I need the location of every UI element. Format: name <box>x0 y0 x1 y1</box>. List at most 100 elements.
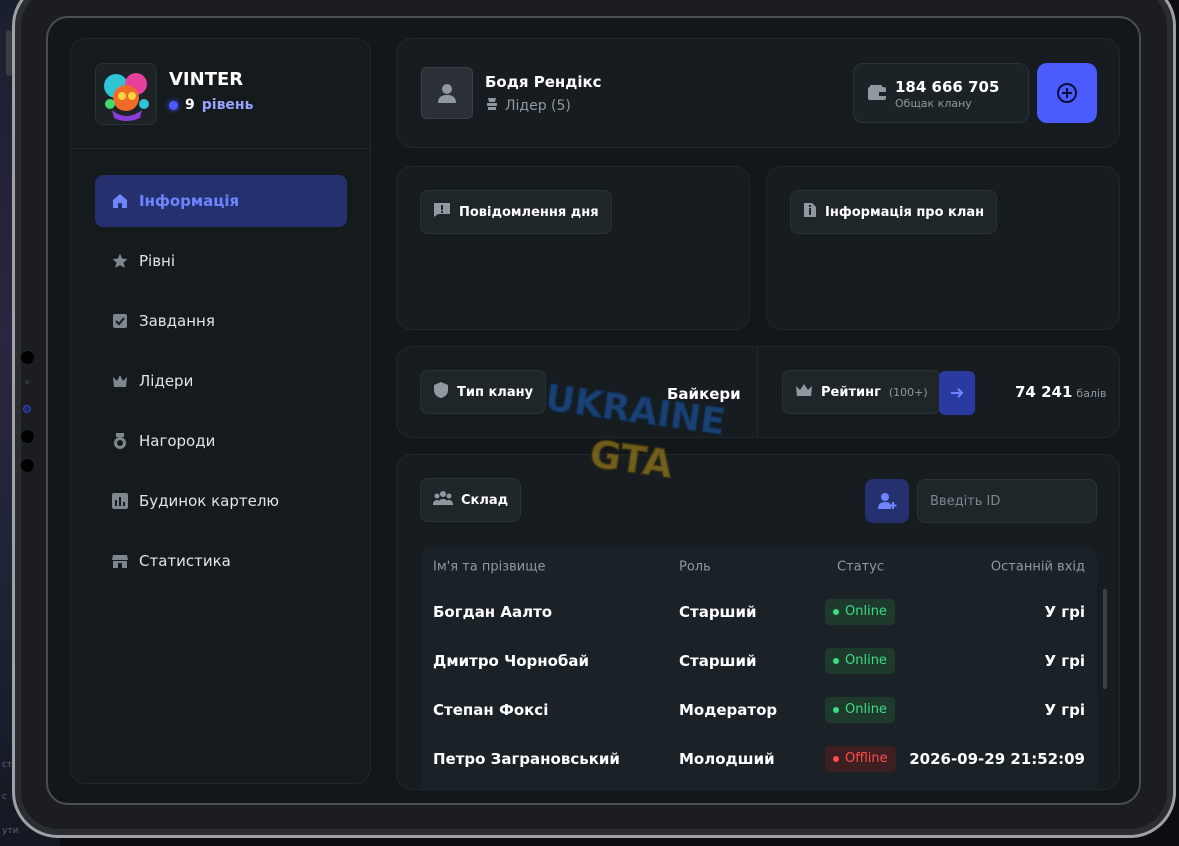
arrow-right-icon <box>951 388 964 398</box>
status-dot-icon <box>833 657 839 664</box>
members-label: Склад <box>461 492 509 508</box>
background-text-fragment: ути <box>2 826 19 836</box>
status-badge: Offline <box>825 745 896 772</box>
sidebar-item-cartel-house[interactable]: Будинок картелю <box>95 475 347 527</box>
background-text-fragment: ст <box>2 760 13 770</box>
clan-bank: 184 666 705 Общак клану <box>853 63 1029 123</box>
shield-icon <box>433 381 449 403</box>
status-text: Online <box>845 604 887 619</box>
member-last-login: У грі <box>1044 602 1085 621</box>
clan-info-label: Інформація про клан <box>825 204 985 220</box>
sidebar-item-statistics[interactable]: Статистика <box>95 535 347 587</box>
add-user-icon <box>878 493 897 509</box>
col-last-login: Останній вхід <box>990 559 1085 575</box>
crown-icon <box>795 382 813 402</box>
sidebar-item-levels[interactable]: Рівні <box>95 235 347 287</box>
member-id-input[interactable] <box>917 479 1097 523</box>
sidebar-menu: Інформація Рівні Завдання Лідери Нагород… <box>95 175 347 595</box>
watermark-line1: UKRAINE <box>543 380 728 443</box>
clan-type-label: Тип клану <box>457 384 534 400</box>
message-of-day-tab[interactable]: Повідомлення дня <box>420 190 612 234</box>
crown-icon <box>111 372 129 390</box>
members-table: Ім'я та прізвище Роль Статус Останній вх… <box>421 547 1097 791</box>
member-role: Модератор <box>679 700 778 719</box>
clan-profile: VINTER 9 рівень <box>71 39 370 149</box>
clan-avatar <box>95 63 157 125</box>
ukraine-gta-watermark: UKRAINE GTA <box>542 380 729 488</box>
member-name: Петро Заграновський <box>433 749 620 768</box>
plus-circle-icon <box>1057 83 1077 103</box>
sidebar-item-label: Рівні <box>139 252 176 270</box>
status-badge: Online <box>825 647 895 674</box>
member-last-login: 2026-09-29 21:52:09 <box>909 749 1085 768</box>
sidebar-item-label: Інформація <box>139 192 240 210</box>
level-dot-icon <box>169 100 178 110</box>
device-sensor <box>25 380 29 384</box>
device-camera <box>20 429 35 444</box>
store-icon <box>111 552 129 570</box>
member-last-login: У грі <box>1044 700 1085 719</box>
clan-type-rating-card: Тип клану Байкери Рейтинг (100+) 74 241 б… <box>396 346 1120 438</box>
add-funds-button[interactable] <box>1037 63 1097 123</box>
col-name: Ім'я та прізвище <box>433 559 546 575</box>
members-tab[interactable]: Склад <box>420 478 522 522</box>
device-sensor <box>23 405 31 413</box>
user-name: Бодя Рендікс <box>485 73 602 91</box>
clan-level-word: рівень <box>201 97 254 113</box>
sidebar-item-label: Лідери <box>139 372 194 390</box>
member-role: Старший <box>679 651 757 670</box>
rating-chip: Рейтинг (100+) <box>782 370 941 414</box>
rating-unit: балів <box>1076 387 1107 400</box>
table-row[interactable]: Богдан Аалто Старший Online У грі <box>421 587 1097 636</box>
invite-member-button[interactable] <box>865 479 909 523</box>
clan-bank-label: Общак клану <box>895 97 972 110</box>
status-text: Online <box>845 702 887 717</box>
members-scrollbar[interactable] <box>1103 589 1107 689</box>
star-icon <box>111 252 129 270</box>
sidebar-item-label: Нагороди <box>139 432 216 450</box>
home-icon <box>111 192 129 210</box>
background-text-fragment: с <box>2 792 7 802</box>
user-avatar <box>421 67 473 119</box>
sidebar-item-leaders[interactable]: Лідери <box>95 355 347 407</box>
medal-icon <box>111 432 129 450</box>
clan-info-tab[interactable]: Інформація про клан <box>790 190 998 234</box>
status-dot-icon <box>833 608 839 615</box>
sidebar-item-info[interactable]: Інформація <box>95 175 347 227</box>
rank-icon <box>485 97 499 115</box>
member-name: Богдан Аалто <box>433 602 553 621</box>
sidebar-item-tasks[interactable]: Завдання <box>95 295 347 347</box>
sidebar-item-label: Статистика <box>139 552 231 570</box>
user-role: Лідер (5) <box>485 97 571 115</box>
member-last-login: У грі <box>1044 651 1085 670</box>
table-row[interactable]: Петро Заграновський Молодший Offline 202… <box>421 734 1097 783</box>
device-camera <box>20 350 35 365</box>
status-badge: Online <box>825 696 895 723</box>
rating-open-button[interactable] <box>939 371 975 415</box>
rating-value-wrap: 74 241 балів <box>1015 383 1107 401</box>
clan-level-number: 9 <box>185 97 195 113</box>
rating-value: 74 241 <box>1015 383 1073 401</box>
member-role: Молодший <box>679 749 775 768</box>
info-doc-icon <box>803 202 817 222</box>
user-role-label: Лідер (5) <box>505 98 571 114</box>
clan-bank-value: 184 666 705 <box>895 78 1000 96</box>
status-text: Online <box>845 653 887 668</box>
group-icon <box>433 490 453 510</box>
watermark-line2: GTA <box>587 432 676 487</box>
rating-label: Рейтинг <box>821 384 881 400</box>
checkbox-icon <box>111 312 129 330</box>
table-row[interactable]: Дмитро Чорнобай Старший Online У грі <box>421 636 1097 685</box>
sidebar-item-awards[interactable]: Нагороди <box>95 415 347 467</box>
clan-info-card: Інформація про клан <box>766 166 1120 330</box>
user-header: Бодя Рендікс Лідер (5) 184 666 705 Общак… <box>396 38 1120 148</box>
col-role: Роль <box>679 559 711 575</box>
divider <box>757 347 758 437</box>
table-row[interactable]: Степан Фоксі Модератор Online У грі <box>421 685 1097 734</box>
col-status: Статус <box>837 559 885 575</box>
device-side-button <box>6 30 12 76</box>
wallet-icon <box>868 85 886 105</box>
sidebar-item-label: Завдання <box>139 312 215 330</box>
sidebar-item-label: Будинок картелю <box>139 492 280 510</box>
clan-type-chip: Тип клану <box>420 370 547 414</box>
